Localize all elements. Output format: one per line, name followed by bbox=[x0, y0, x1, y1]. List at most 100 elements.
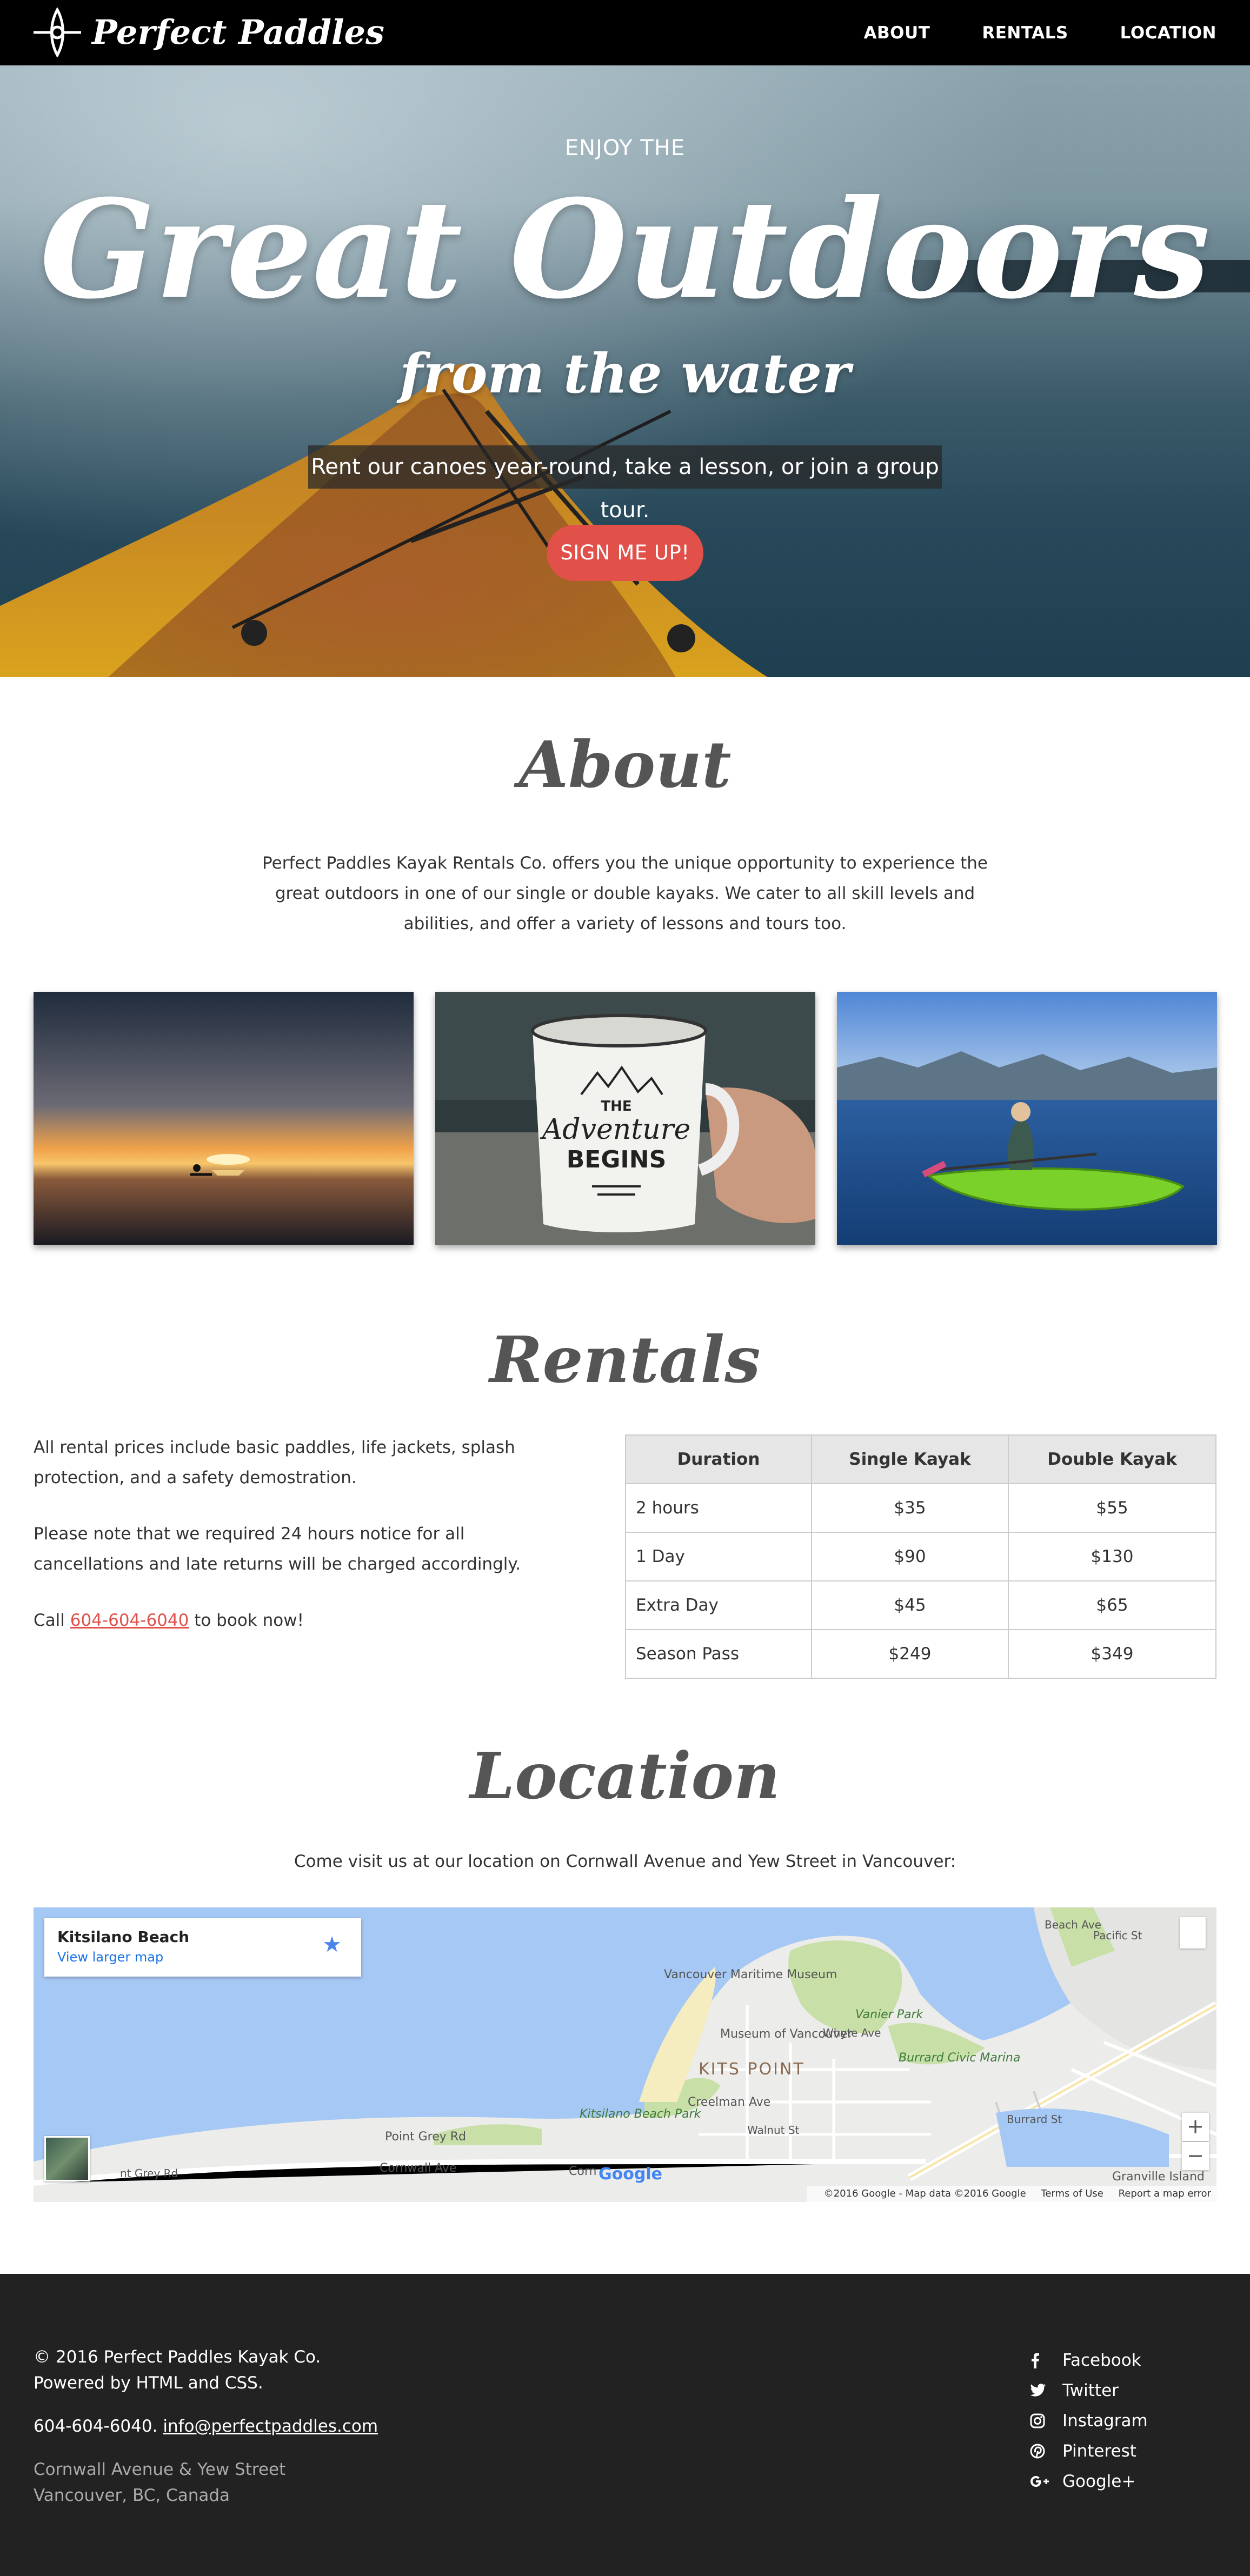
rentals-paragraph-inclusions: All rental prices include basic paddles,… bbox=[34, 1438, 515, 1487]
call-prefix: Call bbox=[34, 1611, 65, 1630]
footer-address-line-1: Cornwall Avenue & Yew Street bbox=[34, 2460, 286, 2479]
footer-powered-by: Powered by HTML and CSS. bbox=[34, 2373, 263, 2393]
view-larger-map-link[interactable]: View larger map bbox=[57, 1950, 163, 1965]
table-header-row: Duration Single Kayak Double Kayak bbox=[625, 1434, 1216, 1484]
social-links: Facebook Twitter Instagram Pinterest Goo… bbox=[1030, 2345, 1219, 2497]
hero-title: Great Outdoors bbox=[39, 170, 1211, 329]
top-navigation-bar: Perfect Paddles ABOUT RENTALS LOCATION bbox=[0, 0, 1250, 65]
photo-kayaker-sunset bbox=[34, 992, 414, 1245]
cell-single-price: $35 bbox=[811, 1483, 1009, 1533]
map-label-burrard-marina: Burrard Civic Marina bbox=[899, 2051, 1021, 2065]
footer-phone: 604-604-6040. bbox=[34, 2417, 158, 2436]
map-zoom-out-button[interactable]: − bbox=[1182, 2142, 1209, 2170]
google-map[interactable]: Kitsilano Beach View larger map ★ Vancou… bbox=[34, 1907, 1216, 2202]
google-logo-text: Google bbox=[599, 2165, 662, 2184]
map-place-name: Kitsilano Beach bbox=[57, 1928, 190, 1946]
footer-contact: 604-604-6040. info@perfectpaddles.com bbox=[34, 2413, 378, 2439]
phone-link[interactable]: 604-604-6040 bbox=[70, 1611, 189, 1630]
instagram-icon bbox=[1030, 2412, 1052, 2430]
social-link-pinterest[interactable]: Pinterest bbox=[1030, 2436, 1219, 2466]
twitter-icon bbox=[1030, 2382, 1052, 2399]
social-label: Pinterest bbox=[1062, 2441, 1136, 2461]
column-header-single-kayak: Single Kayak bbox=[811, 1434, 1009, 1484]
cell-duration: Season Pass bbox=[625, 1629, 812, 1679]
map-label-point-grey-rd: Point Grey Rd bbox=[385, 2130, 467, 2144]
location-heading: Location bbox=[470, 1738, 780, 1813]
map-label-cornwall-ave: Cornwall Ave bbox=[380, 2161, 457, 2175]
map-label-walnut-st: Walnut St bbox=[747, 2124, 800, 2137]
social-label: Google+ bbox=[1062, 2472, 1136, 2491]
map-label-maritime-museum: Vancouver Maritime Museum bbox=[664, 1968, 837, 1981]
social-link-facebook[interactable]: Facebook bbox=[1030, 2345, 1219, 2375]
hero-kicker: ENJOY THE bbox=[564, 136, 686, 161]
google-plus-icon bbox=[1030, 2473, 1052, 2490]
site-logo[interactable]: Perfect Paddles bbox=[34, 8, 384, 57]
rentals-description: All rental prices include basic paddles,… bbox=[34, 1432, 563, 1661]
column-header-duration: Duration bbox=[625, 1434, 812, 1484]
map-label-pacific-st: Pacific St bbox=[1093, 1929, 1142, 1942]
map-label-granville-island: Granville Island bbox=[1112, 2170, 1205, 2184]
social-link-google-plus[interactable]: Google+ bbox=[1030, 2466, 1219, 2497]
social-link-instagram[interactable]: Instagram bbox=[1030, 2406, 1219, 2436]
hero-banner: ENJOY THE Great Outdoors from the water … bbox=[0, 65, 1250, 677]
mug-text-begins: BEGINS bbox=[567, 1146, 667, 1173]
map-label-burrard-st: Burrard St bbox=[1007, 2113, 1062, 2126]
cell-duration: 2 hours bbox=[625, 1483, 812, 1533]
map-label-corn: Corn bbox=[569, 2165, 597, 2178]
map-label-point-grey-west: nt Grey Rd bbox=[120, 2167, 178, 2180]
nav-link-rentals[interactable]: RENTALS bbox=[982, 23, 1068, 43]
nav-link-about[interactable]: ABOUT bbox=[864, 23, 930, 43]
mug-text-adventure: Adventure bbox=[540, 1113, 691, 1146]
street-view-pegman-icon[interactable] bbox=[1180, 1917, 1206, 1948]
social-link-twitter[interactable]: Twitter bbox=[1030, 2375, 1219, 2406]
nav-link-location[interactable]: LOCATION bbox=[1120, 23, 1216, 43]
table-row: 1 Day $90 $130 bbox=[625, 1532, 1216, 1581]
facebook-icon bbox=[1030, 2352, 1052, 2369]
mug-text-the: THE bbox=[601, 1098, 631, 1115]
photo-adventure-mug: THE Adventure BEGINS bbox=[435, 992, 815, 1245]
map-terms-link[interactable]: Terms of Use bbox=[1041, 2188, 1103, 2199]
map-report-error-link[interactable]: Report a map error bbox=[1119, 2188, 1211, 2199]
call-suffix: to book now! bbox=[194, 1611, 304, 1630]
cell-duration: Extra Day bbox=[625, 1580, 812, 1630]
site-footer: © 2016 Perfect Paddles Kayak Co. Powered… bbox=[0, 2274, 1250, 2576]
map-zoom-in-button[interactable]: + bbox=[1182, 2113, 1209, 2141]
map-attribution-bar: ©2016 Google - Map data ©2016 Google Ter… bbox=[806, 2186, 1216, 2202]
kayak-logo-icon bbox=[34, 8, 81, 57]
main-nav: ABOUT RENTALS LOCATION bbox=[864, 0, 1216, 65]
map-label-kits-beach-park: Kitsilano Beach Park bbox=[580, 2107, 701, 2121]
map-satellite-toggle[interactable] bbox=[44, 2136, 90, 2181]
social-label: Instagram bbox=[1062, 2411, 1148, 2431]
cell-double-price: $349 bbox=[1008, 1629, 1216, 1679]
google-logo: Google bbox=[599, 2165, 662, 2184]
about-description: Perfect Paddles Kayak Rentals Co. offers… bbox=[262, 853, 988, 933]
sign-up-button[interactable]: SIGN ME UP! bbox=[547, 525, 703, 581]
rentals-call-line: Call 604-604-6040 to book now! bbox=[34, 1605, 563, 1636]
map-label-kits-point: KITS POINT bbox=[699, 2060, 805, 2079]
cell-double-price: $130 bbox=[1008, 1532, 1216, 1581]
table-row: 2 hours $35 $55 bbox=[625, 1483, 1216, 1533]
about-heading: About bbox=[518, 727, 732, 802]
footer-address-line-2: Vancouver, BC, Canada bbox=[34, 2486, 230, 2505]
rental-price-table: Duration Single Kayak Double Kayak 2 hou… bbox=[625, 1434, 1216, 1679]
column-header-double-kayak: Double Kayak bbox=[1008, 1434, 1216, 1484]
location-description: Come visit us at our location on Cornwal… bbox=[294, 1852, 956, 1871]
rentals-paragraph-cancellation: Please note that we required 24 hours no… bbox=[34, 1524, 521, 1574]
footer-copyright: © 2016 Perfect Paddles Kayak Co. bbox=[34, 2347, 321, 2367]
map-place-card: Kitsilano Beach View larger map ★ bbox=[44, 1918, 361, 1977]
cell-duration: 1 Day bbox=[625, 1532, 812, 1581]
hero-tagline: Rent our canoes year-round, take a lesso… bbox=[308, 445, 942, 523]
cell-single-price: $90 bbox=[811, 1532, 1009, 1581]
save-star-icon[interactable]: ★ bbox=[322, 1932, 342, 1957]
social-label: Twitter bbox=[1062, 2381, 1119, 2400]
cell-double-price: $65 bbox=[1008, 1580, 1216, 1630]
map-label-vanier-park: Vanier Park bbox=[855, 2008, 923, 2021]
footer-email-link[interactable]: info@perfectpaddles.com bbox=[163, 2417, 378, 2436]
site-logo-text: Perfect Paddles bbox=[92, 12, 384, 52]
cell-single-price: $249 bbox=[811, 1629, 1009, 1679]
social-label: Facebook bbox=[1062, 2351, 1141, 2370]
photo-woman-green-kayak bbox=[837, 992, 1217, 1245]
cell-single-price: $45 bbox=[811, 1580, 1009, 1630]
pinterest-icon bbox=[1030, 2442, 1052, 2460]
cell-double-price: $55 bbox=[1008, 1483, 1216, 1533]
